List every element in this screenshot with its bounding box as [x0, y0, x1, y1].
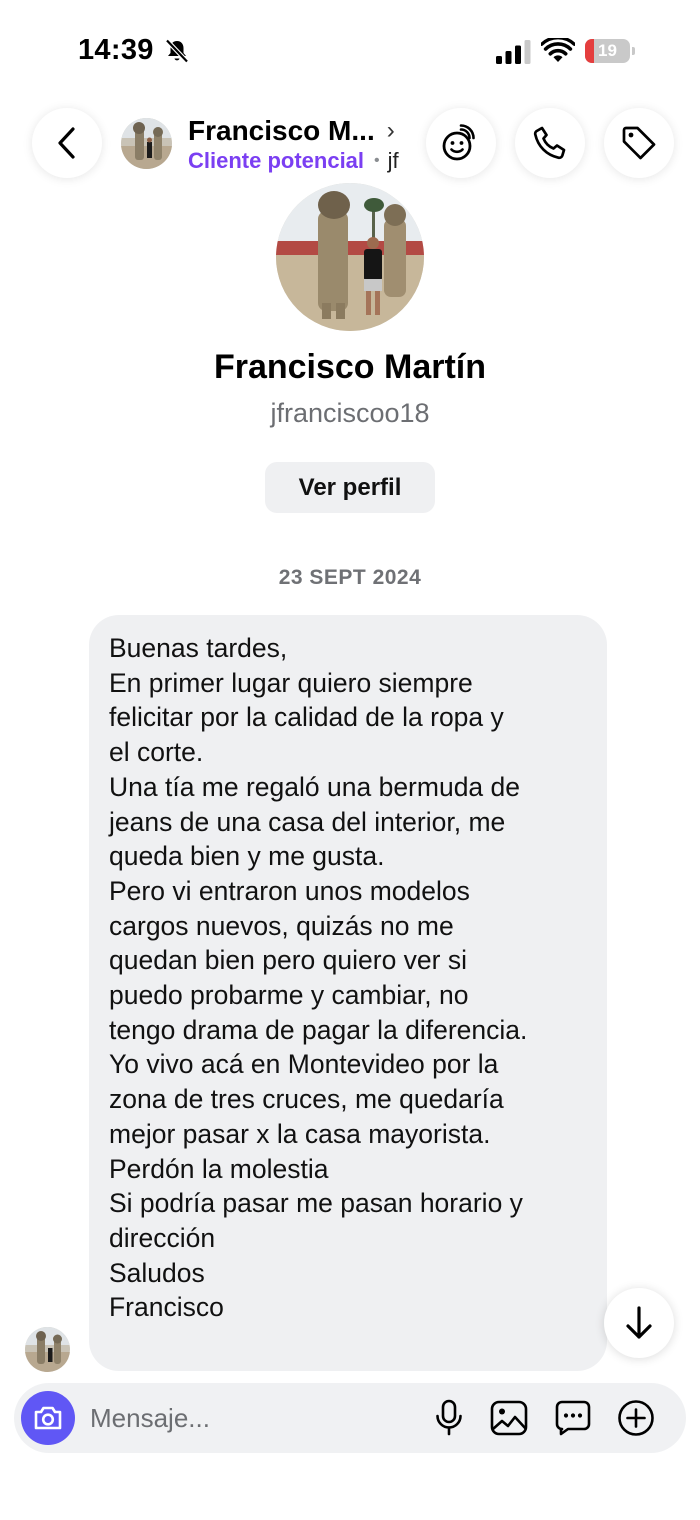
message-line: dirección [109, 1222, 216, 1253]
microphone-button[interactable] [428, 1397, 470, 1439]
header-subtitle: Cliente potencial • jf [188, 148, 399, 174]
games-icon [442, 124, 475, 161]
avatar-photo [25, 1327, 70, 1372]
phone-icon [533, 126, 566, 160]
message-line: tengo drama de pagar la diferencia. [109, 1014, 528, 1045]
lead-label[interactable]: Cliente potencial [188, 148, 364, 174]
header-username: jf [387, 148, 399, 173]
arrow-down-icon [626, 1306, 652, 1339]
message-line: Si podría pasar me pasan horario y [109, 1188, 523, 1219]
battery-level: 19 [598, 41, 617, 60]
sticker-icon [555, 1400, 591, 1436]
gallery-icon [490, 1400, 528, 1436]
message-line: Perdón la molestia [109, 1153, 329, 1184]
plus-icon [618, 1400, 654, 1436]
header-avatar[interactable] [121, 118, 172, 169]
microphone-icon [436, 1399, 462, 1436]
header-title[interactable]: Francisco M... › [188, 115, 395, 147]
battery-icon: 19 [585, 39, 635, 63]
status-time: 14:39 [78, 34, 154, 66]
camera-button[interactable] [21, 1391, 75, 1445]
profile-avatar[interactable] [276, 183, 424, 331]
message-line: mejor pasar x la casa mayorista. [109, 1118, 491, 1149]
profile-username: jfranciscoo18 [270, 398, 430, 428]
status-bar: 14:39 19 [0, 0, 700, 100]
call-button[interactable] [515, 108, 585, 178]
message-line: Una tía me regaló una bermuda de [109, 771, 521, 802]
message-line: Buenas tardes, [109, 633, 288, 663]
back-button[interactable] [32, 108, 102, 178]
message-text: Buenas tardes, En primer lugar quiero sie… [109, 631, 587, 1325]
message-line: puedo probarme y cambiar, no [109, 980, 469, 1011]
signal-icon [496, 40, 531, 64]
message-line: quedan bien pero quiero ver si [109, 945, 467, 976]
message-line: queda bien y me gusta. [109, 841, 385, 872]
tag-icon [622, 126, 656, 160]
message-bubble[interactable]: Buenas tardes, En primer lugar quiero sie… [89, 615, 607, 1371]
chevron-right-icon: › [386, 117, 395, 144]
wifi-icon [541, 38, 575, 62]
separator-dot: • [374, 152, 380, 169]
games-button[interactable] [426, 108, 496, 178]
message-line: Francisco [109, 1292, 224, 1323]
message-line: cargos nuevos, quizás no me [109, 910, 454, 941]
view-profile-button[interactable]: Ver perfil [265, 462, 435, 513]
scroll-down-button[interactable] [604, 1288, 674, 1358]
message-line: En primer lugar quiero siempre [109, 667, 473, 698]
message-line: Saludos [109, 1257, 205, 1288]
message-line: zona de tres cruces, me quedaría [109, 1084, 504, 1115]
gallery-button[interactable] [488, 1397, 530, 1439]
sticker-button[interactable] [552, 1397, 594, 1439]
message-line: jeans de una casa del interior, me [109, 806, 506, 837]
date-separator: 23 SEPT 2024 [278, 566, 422, 589]
profile-photo [276, 183, 424, 331]
message-composer [14, 1383, 686, 1453]
message-line: felicitar por la calidad de la ropa y [109, 702, 504, 733]
avatar-photo [121, 118, 172, 169]
tag-button[interactable] [604, 108, 674, 178]
message-input[interactable] [90, 1395, 400, 1441]
contact-name[interactable]: Francisco M... [188, 115, 375, 147]
profile-name: Francisco Martín [213, 348, 487, 386]
camera-icon [34, 1406, 62, 1430]
add-button[interactable] [615, 1397, 657, 1439]
message-line: Yo vivo acá en Montevideo por la [109, 1049, 499, 1080]
message-line: el corte. [109, 737, 204, 768]
bell-slash-icon [165, 38, 189, 64]
back-icon [58, 127, 75, 159]
message-line: Pero vi entraron unos modelos [109, 875, 470, 906]
message-avatar[interactable] [25, 1327, 70, 1372]
